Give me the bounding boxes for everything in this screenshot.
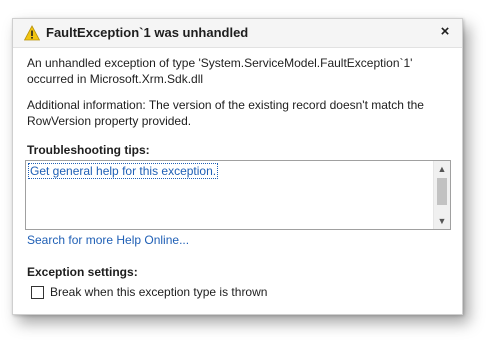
general-help-link[interactable]: Get general help for this exception. [28,163,219,179]
scroll-up-icon[interactable]: ▲ [434,162,450,176]
dialog-titlebar: FaultException`1 was unhandled × [13,19,462,48]
troubleshooting-heading: Troubleshooting tips: [27,143,150,157]
exception-dialog: FaultException`1 was unhandled × An unha… [12,18,463,315]
exception-message: An unhandled exception of type 'System.S… [27,56,413,86]
screen: FaultException`1 was unhandled × An unha… [0,0,500,348]
tips-scrollbar[interactable]: ▲ ▼ [433,161,450,229]
exception-settings-heading: Exception settings: [27,265,138,279]
additional-information: Additional information: The version of t… [27,98,424,128]
close-icon[interactable]: × [436,23,454,41]
scroll-thumb[interactable] [437,178,447,205]
dialog-title: FaultException`1 was unhandled [46,25,249,40]
warning-icon [23,25,41,41]
break-on-exception-checkbox[interactable] [31,286,44,299]
break-on-exception-label[interactable]: Break when this exception type is thrown [50,285,267,299]
search-help-online-link[interactable]: Search for more Help Online... [27,233,189,247]
scroll-down-icon[interactable]: ▼ [434,214,450,228]
troubleshooting-tips-list: Get general help for this exception. ▲ ▼ [25,160,451,230]
